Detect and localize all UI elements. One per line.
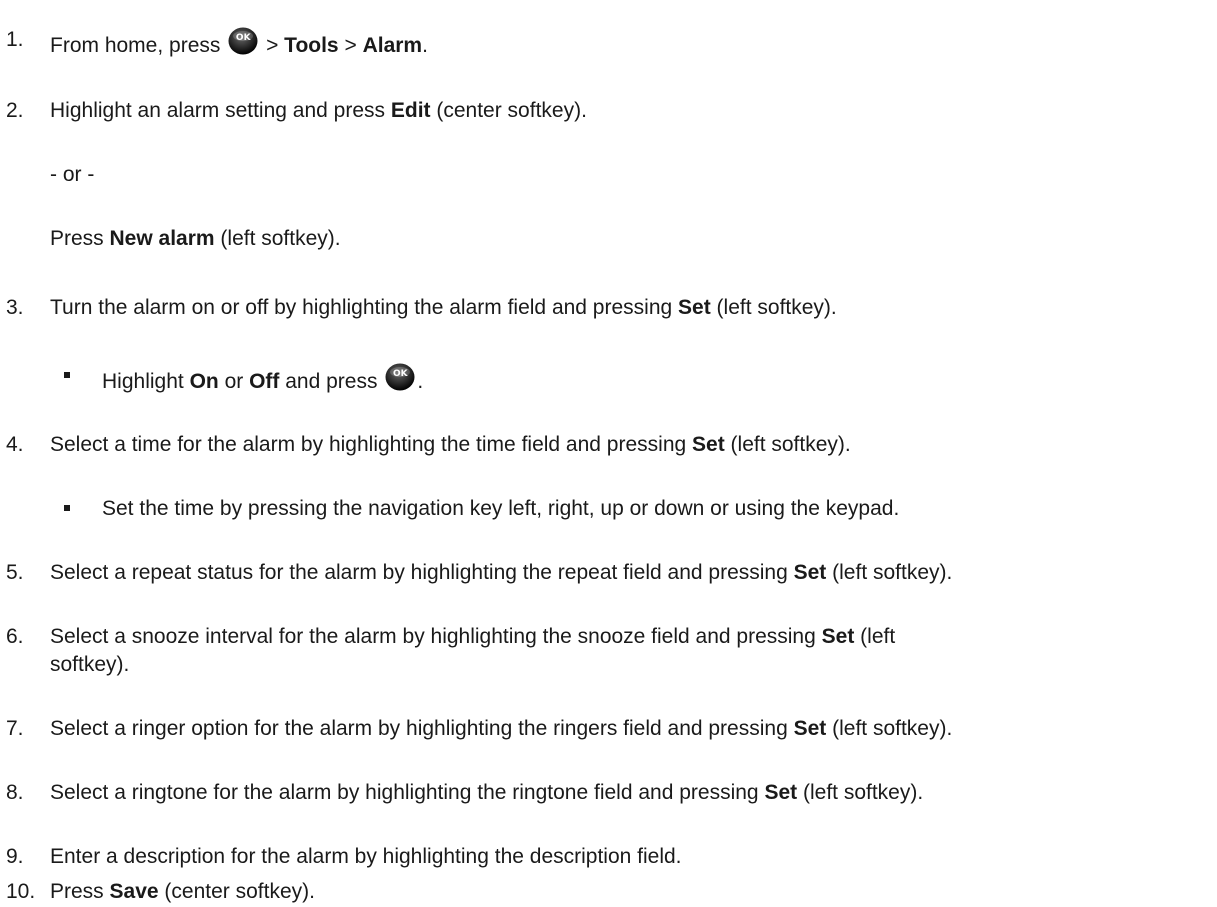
save-key: Save [109, 880, 159, 903]
set-key: Set [793, 561, 827, 584]
ok-key-label: OK [393, 369, 408, 379]
ok-key-icon: OK [228, 27, 258, 55]
menu-tools: Tools [284, 34, 339, 57]
set-key: Set [678, 296, 711, 319]
step-number: 6. [6, 625, 24, 648]
bullet-icon [64, 505, 70, 511]
step-text: From home, press [50, 34, 221, 57]
set-key: Set [793, 717, 827, 740]
ok-key-label: OK [235, 33, 251, 43]
option-on: On [189, 370, 219, 393]
bullet-icon [64, 372, 70, 378]
step-number: 10. [6, 880, 36, 903]
step-number: 5. [6, 561, 24, 584]
step-6-continued: softkey). [50, 653, 130, 676]
step-number: 2. [6, 99, 24, 122]
step-number: 7. [6, 717, 24, 740]
or-separator: - or - [50, 163, 95, 186]
edit-key: Edit [390, 99, 431, 122]
new-alarm-key: New alarm [109, 227, 215, 250]
menu-alarm: Alarm [362, 34, 423, 57]
step-number: 4. [6, 433, 24, 456]
ok-key-icon: OK [385, 363, 415, 391]
step-number: 8. [6, 781, 24, 804]
alt-step: Press New alarm (left softkey). [50, 227, 341, 250]
step-number: 3. [6, 296, 24, 319]
set-key: Set [821, 625, 855, 648]
step-number: 9. [6, 845, 24, 868]
set-key: Set [764, 781, 798, 804]
step-number: 1. [6, 28, 24, 51]
set-key: Set [692, 433, 725, 456]
option-off: Off [249, 370, 280, 393]
